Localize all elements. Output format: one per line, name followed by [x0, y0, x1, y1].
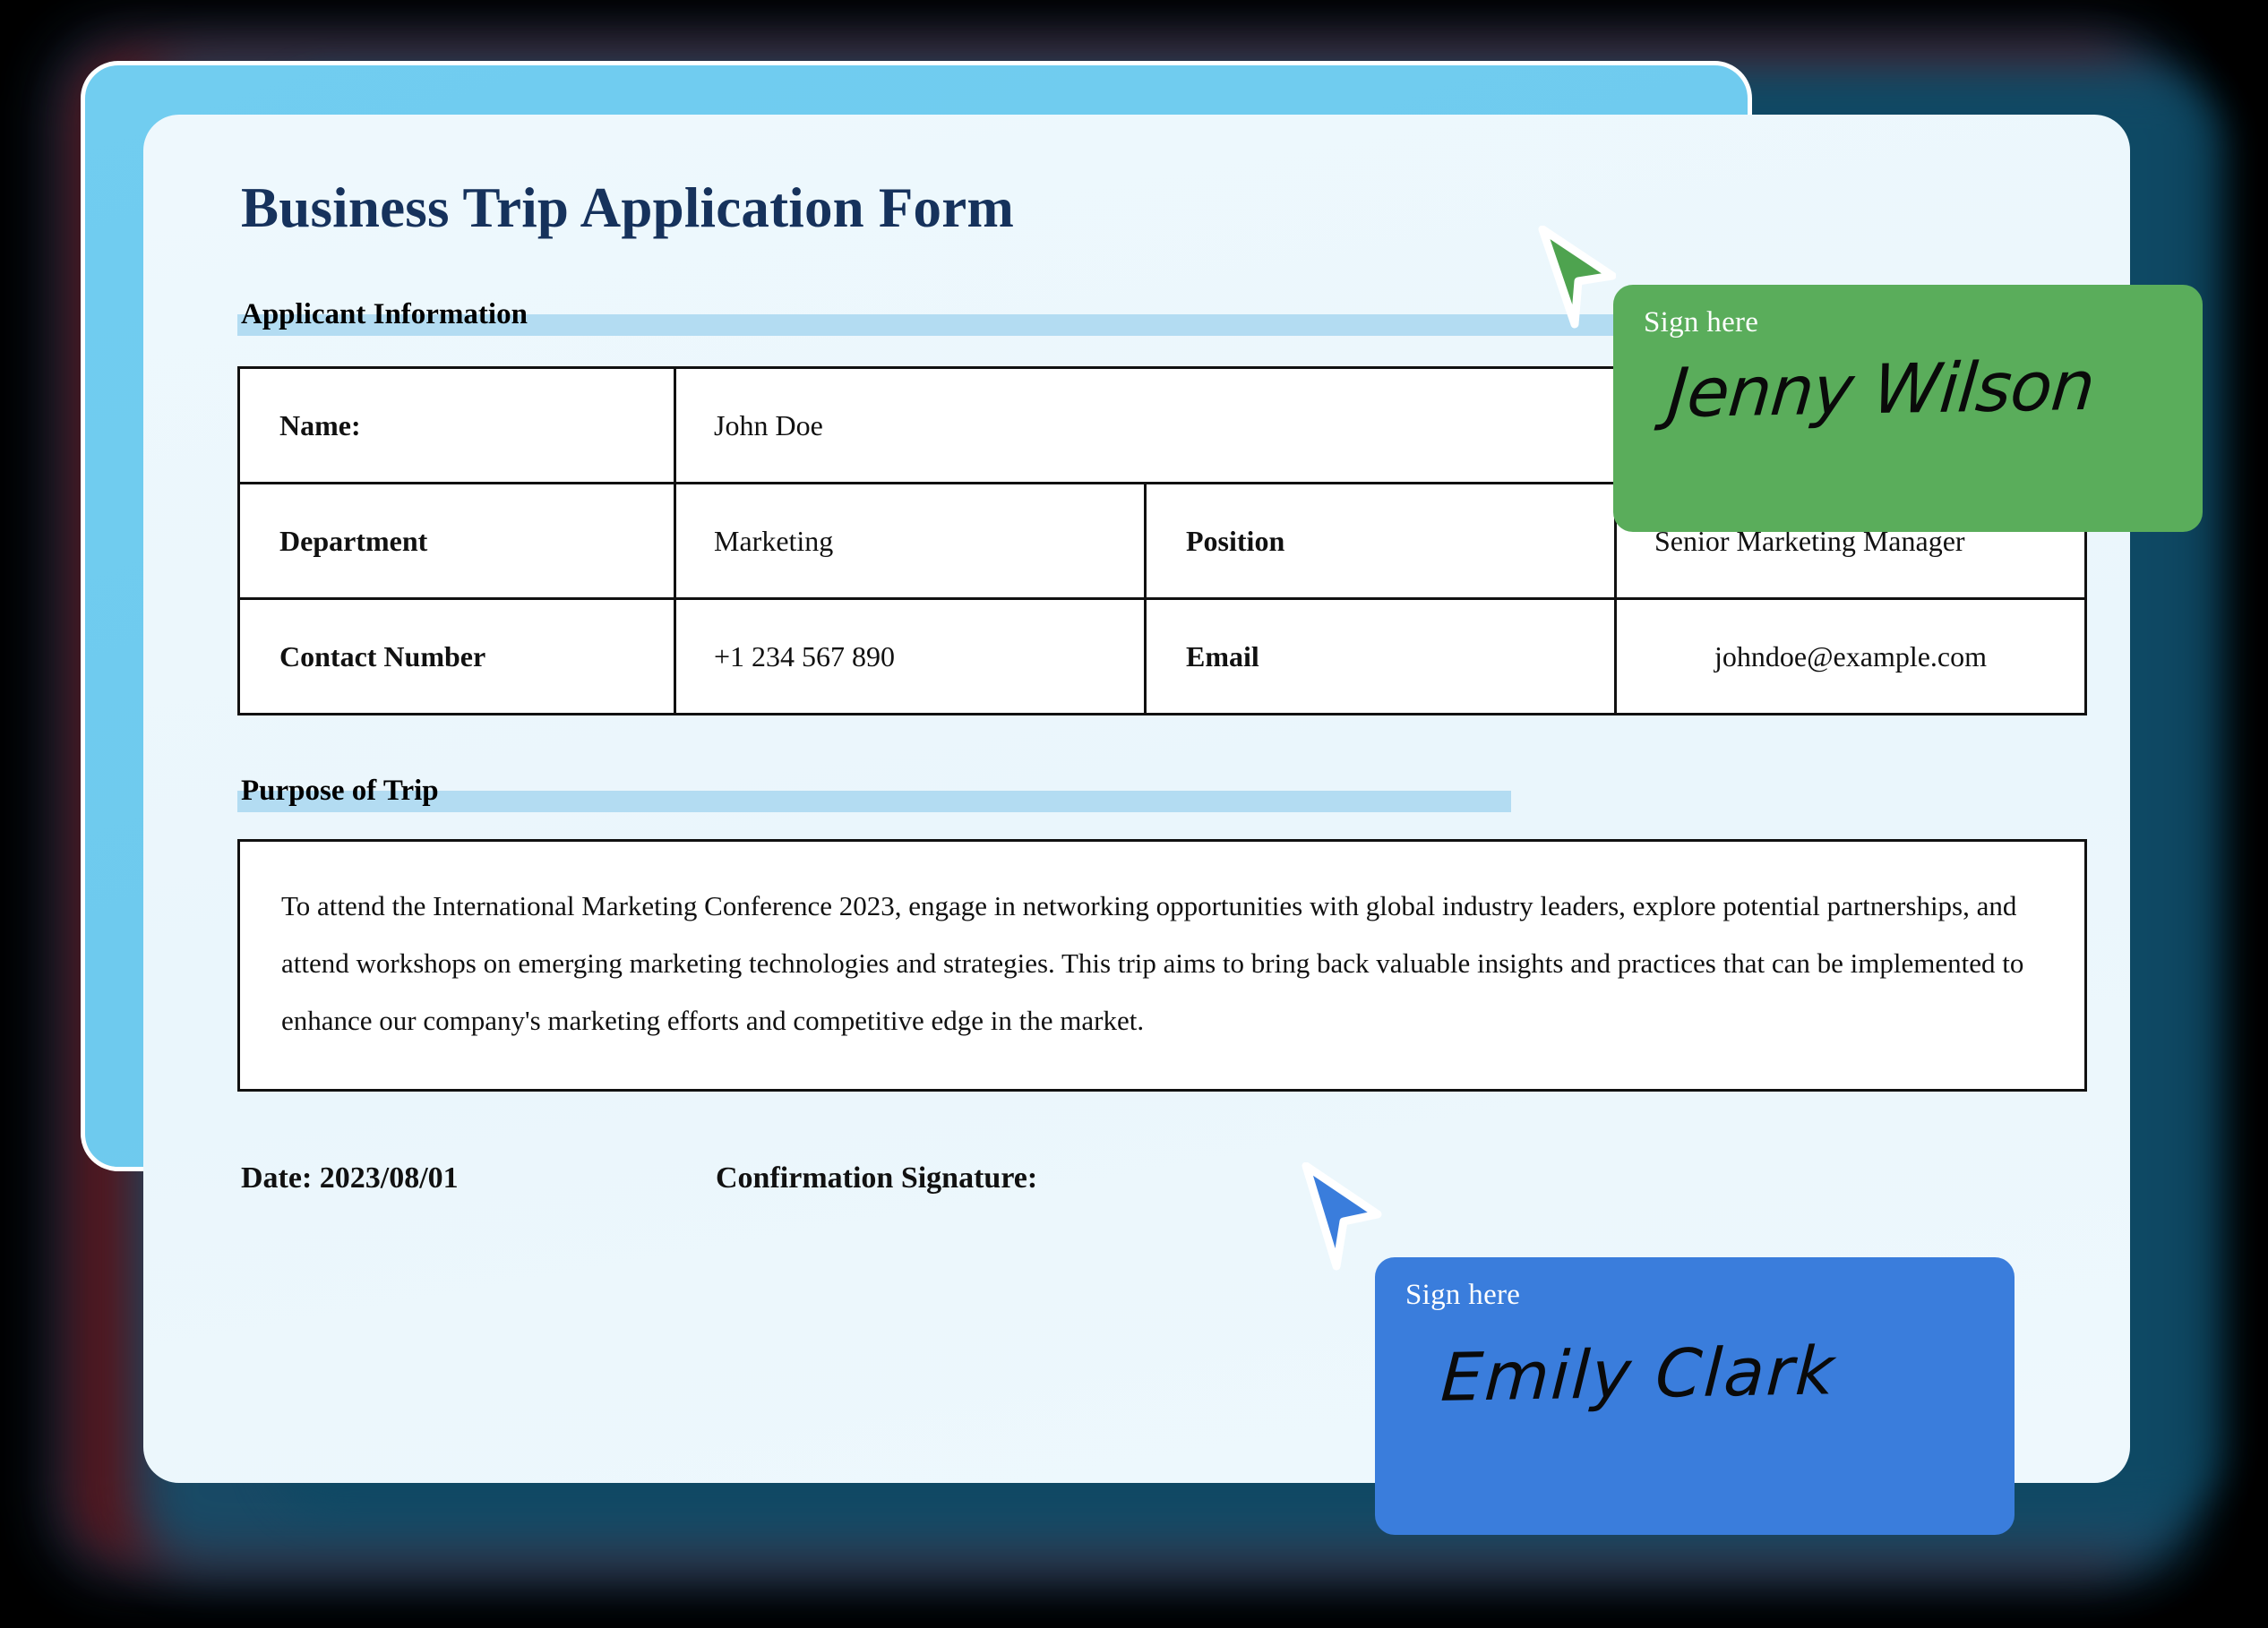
- section-label-purpose: Purpose of Trip: [241, 775, 439, 808]
- signature-popup-blue[interactable]: Sign here Emily Clark: [1375, 1257, 2015, 1535]
- field-label-contact-number: Contact Number: [237, 597, 676, 716]
- field-label-position: Position: [1144, 482, 1617, 601]
- confirmation-signature-label: Confirmation Signature:: [716, 1161, 1038, 1195]
- signature-popup-green[interactable]: Sign here Jenny Wilson: [1613, 285, 2203, 532]
- table-row: Contact Number +1 234 567 890 Email john…: [237, 597, 2087, 716]
- field-value-email[interactable]: johndoe@example.com: [1614, 597, 2087, 716]
- purpose-of-trip-box[interactable]: To attend the International Marketing Co…: [237, 839, 2087, 1092]
- signature-emily-clark: Emily Clark: [1439, 1332, 1838, 1417]
- sign-here-label: Sign here: [1644, 306, 1759, 338]
- section-header-purpose: Purpose of Trip: [237, 771, 2049, 813]
- signature-jenny-wilson: Jenny Wilson: [1664, 345, 2098, 433]
- field-label-department: Department: [237, 482, 676, 601]
- field-label-email: Email: [1144, 597, 1617, 716]
- sign-here-label: Sign here: [1405, 1279, 1521, 1311]
- field-value-department[interactable]: Marketing: [674, 482, 1147, 601]
- field-value-contact-number[interactable]: +1 234 567 890: [674, 597, 1147, 716]
- purpose-of-trip-text: To attend the International Marketing Co…: [281, 890, 2024, 1037]
- page-title: Business Trip Application Form: [241, 176, 1015, 239]
- field-label-name: Name:: [237, 366, 676, 485]
- section-label-applicant: Applicant Information: [241, 298, 528, 331]
- footer-row: Date: 2023/08/01 Confirmation Signature:: [237, 1161, 2049, 1195]
- date-label: Date: 2023/08/01: [241, 1161, 459, 1195]
- screenshot-stage: Business Trip Application Form Applicant…: [0, 0, 2268, 1628]
